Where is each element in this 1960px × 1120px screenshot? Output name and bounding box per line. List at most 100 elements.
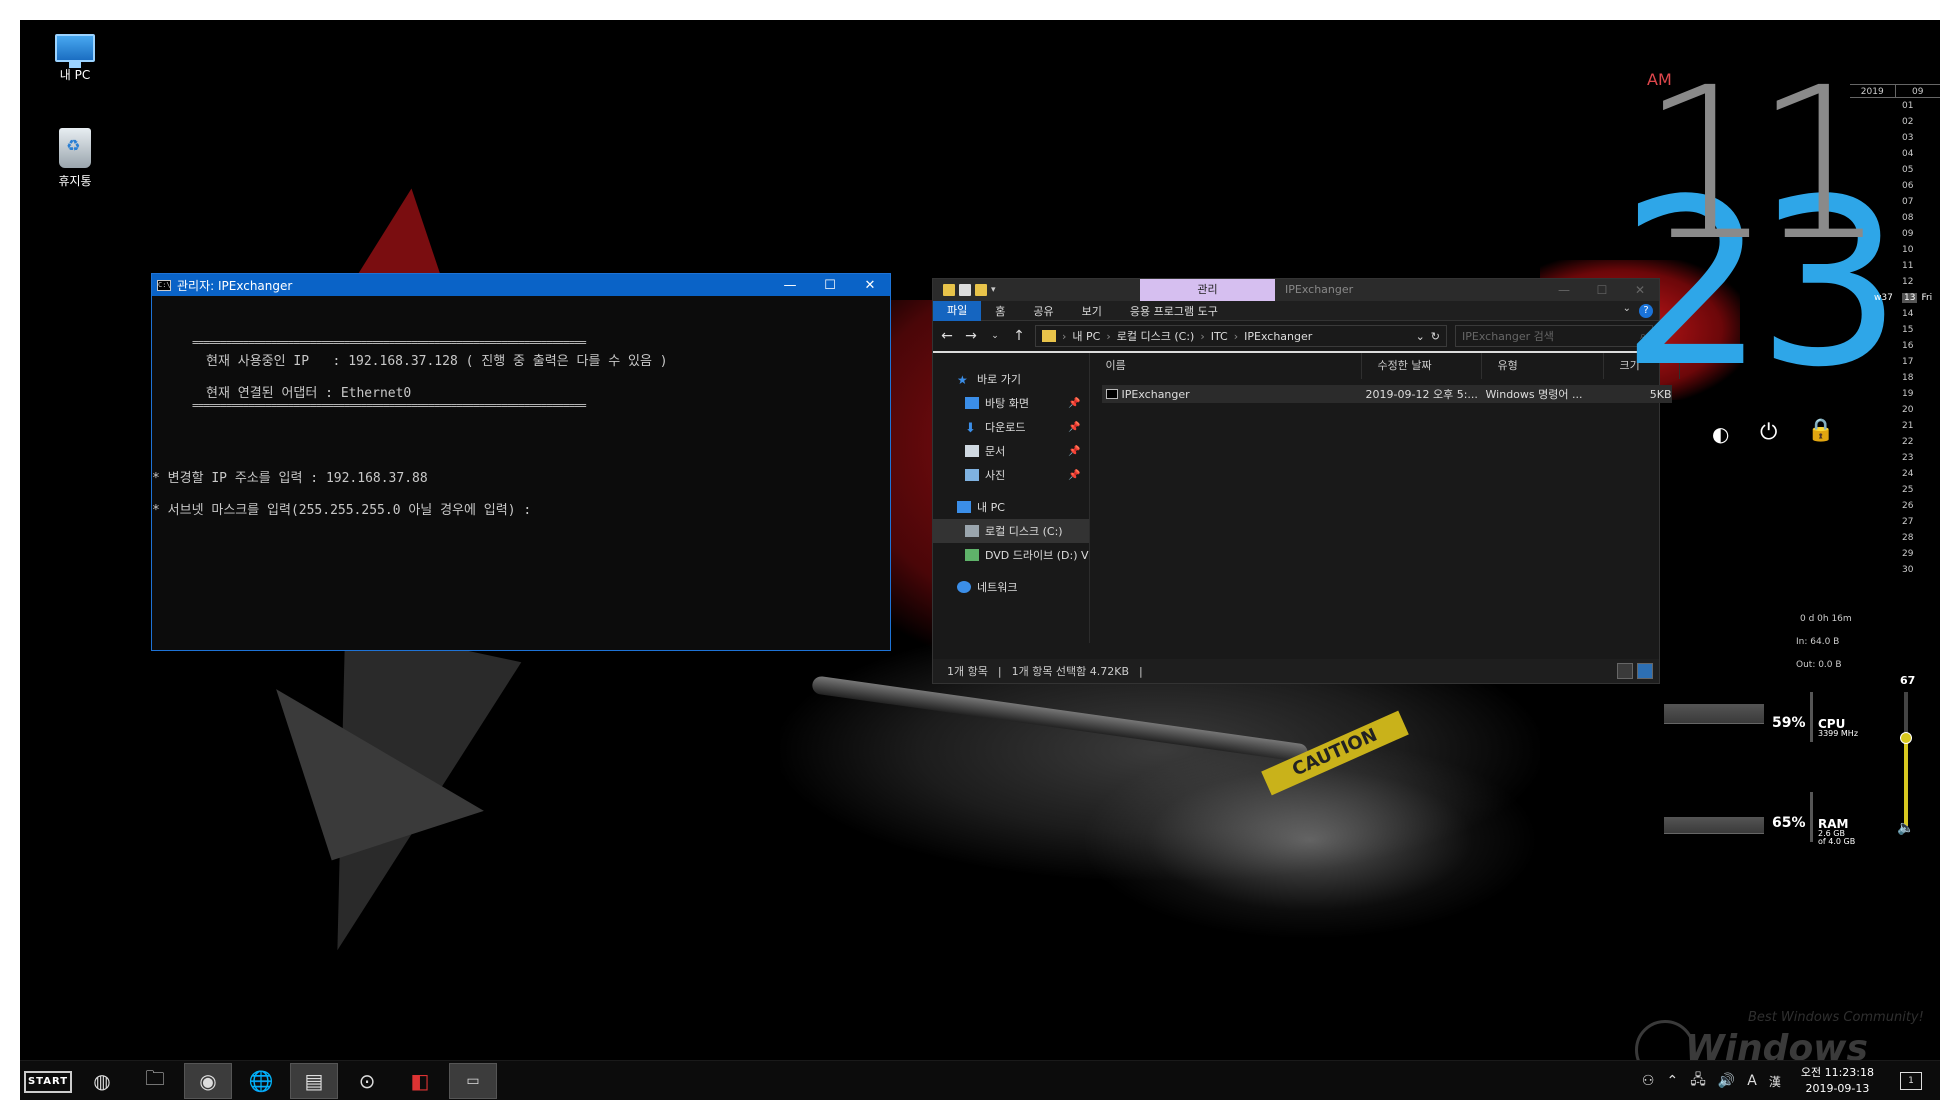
address-dropdown-icon[interactable]: ⌄ [1416, 330, 1425, 343]
media-disc-icon: ◉ [199, 1069, 217, 1093]
people-icon[interactable]: ⚇ [1642, 1073, 1655, 1089]
breadcrumb-item[interactable]: 로컬 디스크 (C:) [1117, 328, 1195, 344]
tab-app-tools[interactable]: 응용 프로그램 도구 [1116, 303, 1232, 319]
restart-icon[interactable]: ◐ [1712, 422, 1729, 446]
large-icons-view-icon[interactable] [1637, 663, 1653, 679]
recent-locations-icon[interactable]: ⌄ [987, 331, 1003, 341]
nav-network[interactable]: 네트워크 [933, 575, 1089, 599]
uptime-readout: 0 d 0h 16m [1800, 614, 1852, 624]
file-row[interactable]: IPExchanger 2019-09-12 오후 5:... Windows … [1101, 385, 1672, 403]
calendar-day: 05 [1902, 165, 1914, 175]
taskbar-file-manager[interactable]: ▤ [290, 1063, 338, 1099]
search-input[interactable] [1462, 329, 1640, 343]
taskbar-media-disc[interactable]: ◉ [184, 1063, 232, 1099]
breadcrumb-item[interactable]: IPExchanger [1244, 330, 1312, 343]
network-out-readout: Out: 0.0 B [1796, 660, 1842, 670]
taskbar-folder[interactable]: 🗀 [131, 1063, 179, 1099]
taskbar-web-browser[interactable]: 🌐 [237, 1063, 285, 1099]
desktop-icon-this-pc[interactable]: 내 PC [40, 28, 110, 83]
minimize-button[interactable]: — [1545, 283, 1583, 297]
drive-icon [965, 525, 979, 537]
address-bar[interactable]: › 내 PC › 로컬 디스크 (C:) › ITC › IPExchanger… [1035, 325, 1447, 347]
qa-dropdown-icon[interactable]: ▾ [991, 285, 996, 295]
globe-icon: ◍ [93, 1069, 111, 1093]
explorer-window[interactable]: ▾ 관리 IPExchanger — ☐ ✕ 파일 홈 공유 보기 응용 프로그… [932, 278, 1680, 684]
desktop-icon-label: 내 PC [59, 68, 91, 82]
nav-pictures[interactable]: 사진 📌 [933, 463, 1089, 487]
star-icon: ★ [957, 373, 968, 387]
refresh-icon[interactable]: ↻ [1431, 330, 1440, 343]
maximize-button[interactable]: ☐ [810, 278, 850, 293]
start-button[interactable]: START [24, 1071, 72, 1093]
column-name[interactable]: 이름 [1090, 353, 1362, 379]
network-in-readout: In: 64.0 B [1796, 637, 1840, 647]
nav-local-disk[interactable]: 로컬 디스크 (C:) [933, 519, 1089, 543]
nav-downloads[interactable]: ⬇ 다운로드 📌 [933, 415, 1089, 439]
volume-slider-handle[interactable] [1900, 732, 1912, 744]
cmd-titlebar[interactable]: C:\ 관리자: IPExchanger — ☐ ✕ [152, 274, 890, 296]
folder-icon: 🗀 [145, 1066, 165, 1090]
notification-center-icon[interactable]: 1 [1900, 1072, 1922, 1090]
breadcrumb-item[interactable]: 내 PC [1072, 328, 1100, 344]
network-tray-icon[interactable]: 🖧 [1690, 1069, 1706, 1093]
show-hidden-icons-icon[interactable]: ⌃ [1666, 1073, 1678, 1089]
explorer-titlebar[interactable]: ▾ 관리 IPExchanger — ☐ ✕ [933, 279, 1659, 301]
taskbar-media-player[interactable]: ⊙ [343, 1063, 391, 1099]
volume-tray-icon[interactable]: 🔊 [1718, 1073, 1735, 1089]
breadcrumb-item[interactable]: ITC [1211, 330, 1228, 343]
calendar-day: 02 [1902, 117, 1914, 127]
maximize-button[interactable]: ☐ [1583, 283, 1621, 297]
nav-quick-access[interactable]: ★ 바로 가기 [933, 367, 1089, 391]
taskbar-flag-app[interactable]: ◧ [396, 1063, 444, 1099]
clock-hour: 11 [1640, 42, 1887, 287]
minimize-button[interactable]: — [770, 278, 810, 293]
file-list[interactable]: 이름 수정한 날짜 유형 크기 IPExchanger 2019-09-12 오… [1090, 353, 1684, 643]
nav-this-pc[interactable]: 내 PC [933, 495, 1089, 519]
ime-indicator[interactable]: A [1747, 1073, 1757, 1089]
up-icon[interactable]: ↑ [1011, 328, 1027, 344]
calendar-day: 11 [1902, 261, 1914, 271]
ribbon-tabs: 파일 홈 공유 보기 응용 프로그램 도구 ⌄ ? [933, 300, 1659, 321]
speaker-icon[interactable]: 🔈 [1897, 820, 1914, 836]
watermark-caption: Best Windows Community! [1748, 1010, 1924, 1025]
taskbar-terminal[interactable]: ▭ [449, 1063, 497, 1099]
back-icon[interactable]: ← [939, 328, 955, 344]
power-icon[interactable]: ⏻ [1760, 420, 1777, 445]
tray-date: 2019-09-13 [1805, 1082, 1870, 1095]
tab-home[interactable]: 홈 [981, 303, 1019, 319]
calendar-days: 01 02 03 04 05 06 07 08 09 10 11 12 w37 13 Fri 14 15 16 17… [1850, 98, 1940, 578]
tab-view[interactable]: 보기 [1068, 303, 1116, 319]
address-row: ← → ⌄ ↑ › 내 PC › 로컬 디스크 (C:) › ITC › IPE… [933, 321, 1659, 353]
calendar-day: 18 [1902, 373, 1914, 383]
cmd-app-icon: C:\ [157, 279, 171, 291]
nav-desktop[interactable]: 바탕 화면 📌 [933, 391, 1089, 415]
calendar-weekday: Fri [1921, 293, 1933, 303]
flag-app-icon: ◧ [410, 1069, 430, 1093]
ram-meter-bar [1810, 792, 1813, 842]
desktop-icon-recycle-bin[interactable]: 휴지통 [40, 128, 110, 189]
cmd-console[interactable]: ========================================… [152, 296, 890, 650]
forward-icon[interactable]: → [963, 328, 979, 344]
details-view-icon[interactable] [1617, 663, 1633, 679]
properties-icon[interactable] [959, 284, 971, 296]
column-headers: 이름 수정한 날짜 유형 크기 [1090, 353, 1684, 379]
lock-icon[interactable]: 🔒 [1807, 418, 1834, 443]
calendar-day: 01 [1902, 101, 1914, 111]
tab-file[interactable]: 파일 [933, 300, 982, 321]
taskbar-globe[interactable]: ◍ [78, 1063, 126, 1099]
nav-dvd-drive[interactable]: DVD 드라이브 (D:) V [933, 543, 1089, 567]
close-button[interactable]: ✕ [850, 278, 890, 293]
calendar-day: 12 [1902, 277, 1914, 287]
tab-share[interactable]: 공유 [1019, 303, 1067, 319]
column-type[interactable]: 유형 [1482, 353, 1604, 379]
nav-documents[interactable]: 문서 📌 [933, 439, 1089, 463]
tray-clock[interactable]: 오전 11:23:18 2019-09-13 [1801, 1065, 1874, 1097]
calendar-day: 22 [1902, 437, 1914, 447]
new-folder-icon[interactable] [975, 284, 987, 296]
cmd-window[interactable]: C:\ 관리자: IPExchanger — ☐ ✕ =============… [151, 273, 891, 651]
tab-manage[interactable]: 관리 [1140, 279, 1275, 301]
calendar-day: 23 [1902, 453, 1914, 463]
ime-mode-indicator[interactable]: 漢 [1769, 1073, 1781, 1090]
folder-icon[interactable] [943, 284, 955, 296]
column-date-modified[interactable]: 수정한 날짜 [1362, 353, 1482, 379]
